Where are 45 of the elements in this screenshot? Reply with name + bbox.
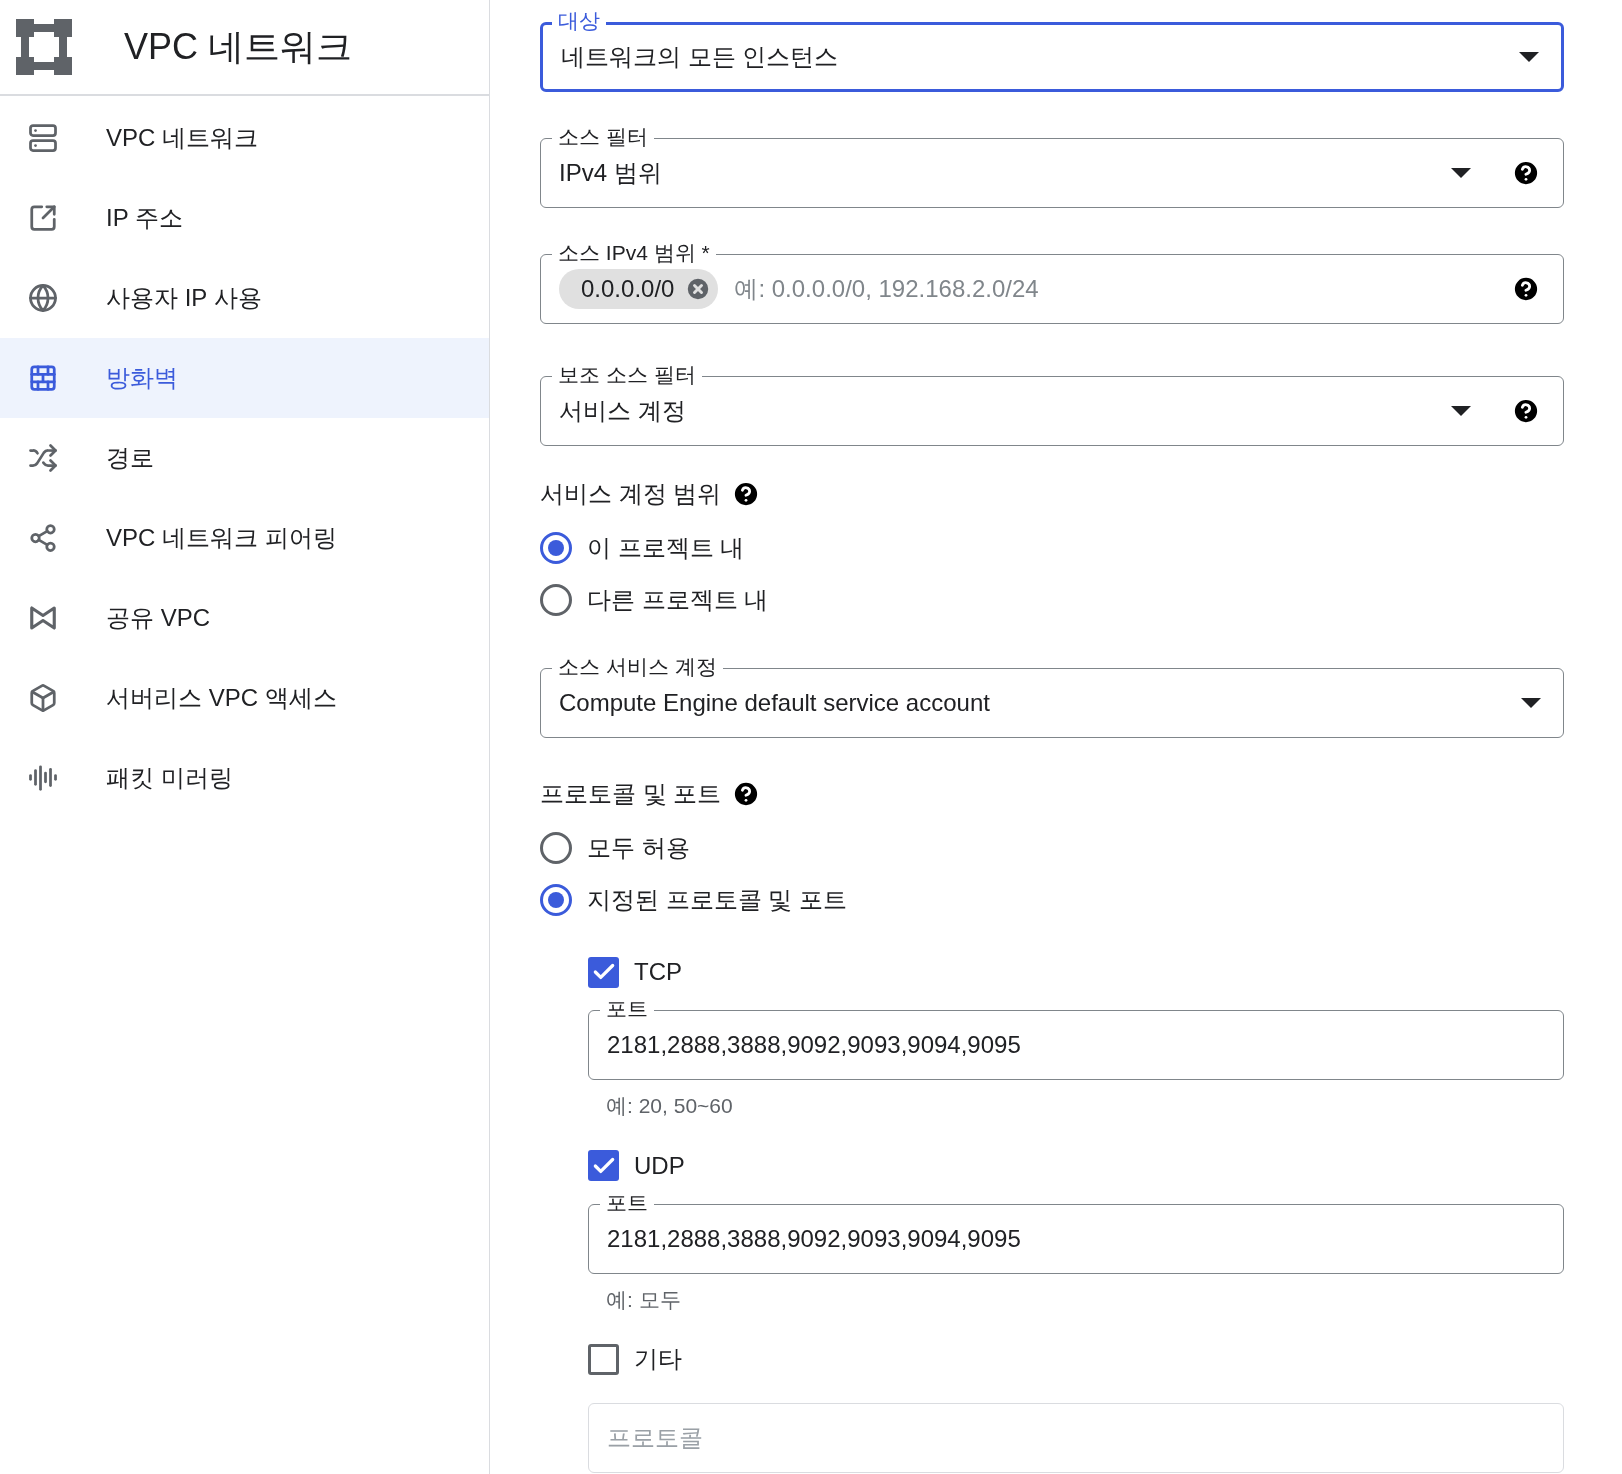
field-hint: 예: 모두 [605, 1286, 682, 1313]
section-title: 프로토콜 및 포트 [540, 779, 722, 809]
radio-label: 이 프로젝트 내 [587, 533, 745, 563]
protocol-field[interactable]: 프로토콜 [588, 1403, 1564, 1473]
help-icon[interactable] [1511, 274, 1541, 304]
field-hint: 예: 20, 50~60 [605, 1093, 734, 1119]
nodes-icon [28, 523, 58, 553]
radio-label: 지정된 프로토콜 및 포트 [587, 885, 847, 915]
brick-wall-icon [28, 363, 58, 393]
caret-icon [1521, 698, 1541, 708]
nav-item[interactable]: VPC 네트워크 [0, 98, 489, 178]
radio-label: 다른 프로젝트 내 [587, 585, 769, 615]
cube-icon [28, 683, 58, 713]
nav-item[interactable]: 경로 [0, 418, 489, 498]
checkbox-label: UDP [634, 1150, 685, 1181]
checkbox[interactable] [588, 956, 619, 988]
nav-item[interactable]: IP 주소 [0, 178, 489, 258]
nav-item[interactable]: 서버리스 VPC 액세스 [0, 658, 489, 738]
radio-button[interactable] [540, 584, 572, 616]
caret-icon [1519, 52, 1539, 62]
nav-item[interactable]: 패킷 미러링 [0, 738, 489, 818]
checkbox-label: 기타 [634, 1344, 682, 1374]
sidebar-title: VPC 네트워크 [124, 25, 353, 69]
checkbox-label: TCP [634, 957, 682, 987]
radio-button[interactable] [540, 832, 572, 864]
shuffle-icon [28, 443, 58, 473]
nav-item[interactable]: 사용자 IP 사용 [0, 258, 489, 338]
external-square-icon [28, 203, 58, 233]
radio-label: 모두 허용 [587, 833, 690, 863]
radio-button[interactable] [540, 532, 572, 564]
checkbox[interactable] [588, 1343, 619, 1375]
nav-item[interactable]: VPC 네트워크 피어링 [0, 498, 489, 578]
logo-icon [16, 19, 72, 75]
nav-item[interactable]: 방화벽 [0, 338, 489, 418]
radio-button[interactable] [540, 884, 572, 916]
checkbox[interactable] [588, 1150, 619, 1181]
nav-item[interactable]: 공유 VPC [0, 578, 489, 658]
caret-icon [1451, 406, 1471, 416]
caret-icon [1451, 168, 1471, 178]
globe-icon [28, 283, 58, 313]
bowtie-icon [28, 603, 58, 633]
ip-chip[interactable]: 0.0.0.0/0 [559, 269, 719, 309]
section-title: 서비스 계정 범위 [540, 479, 722, 509]
server-icon [28, 123, 58, 153]
audio-lines-icon [28, 763, 58, 793]
